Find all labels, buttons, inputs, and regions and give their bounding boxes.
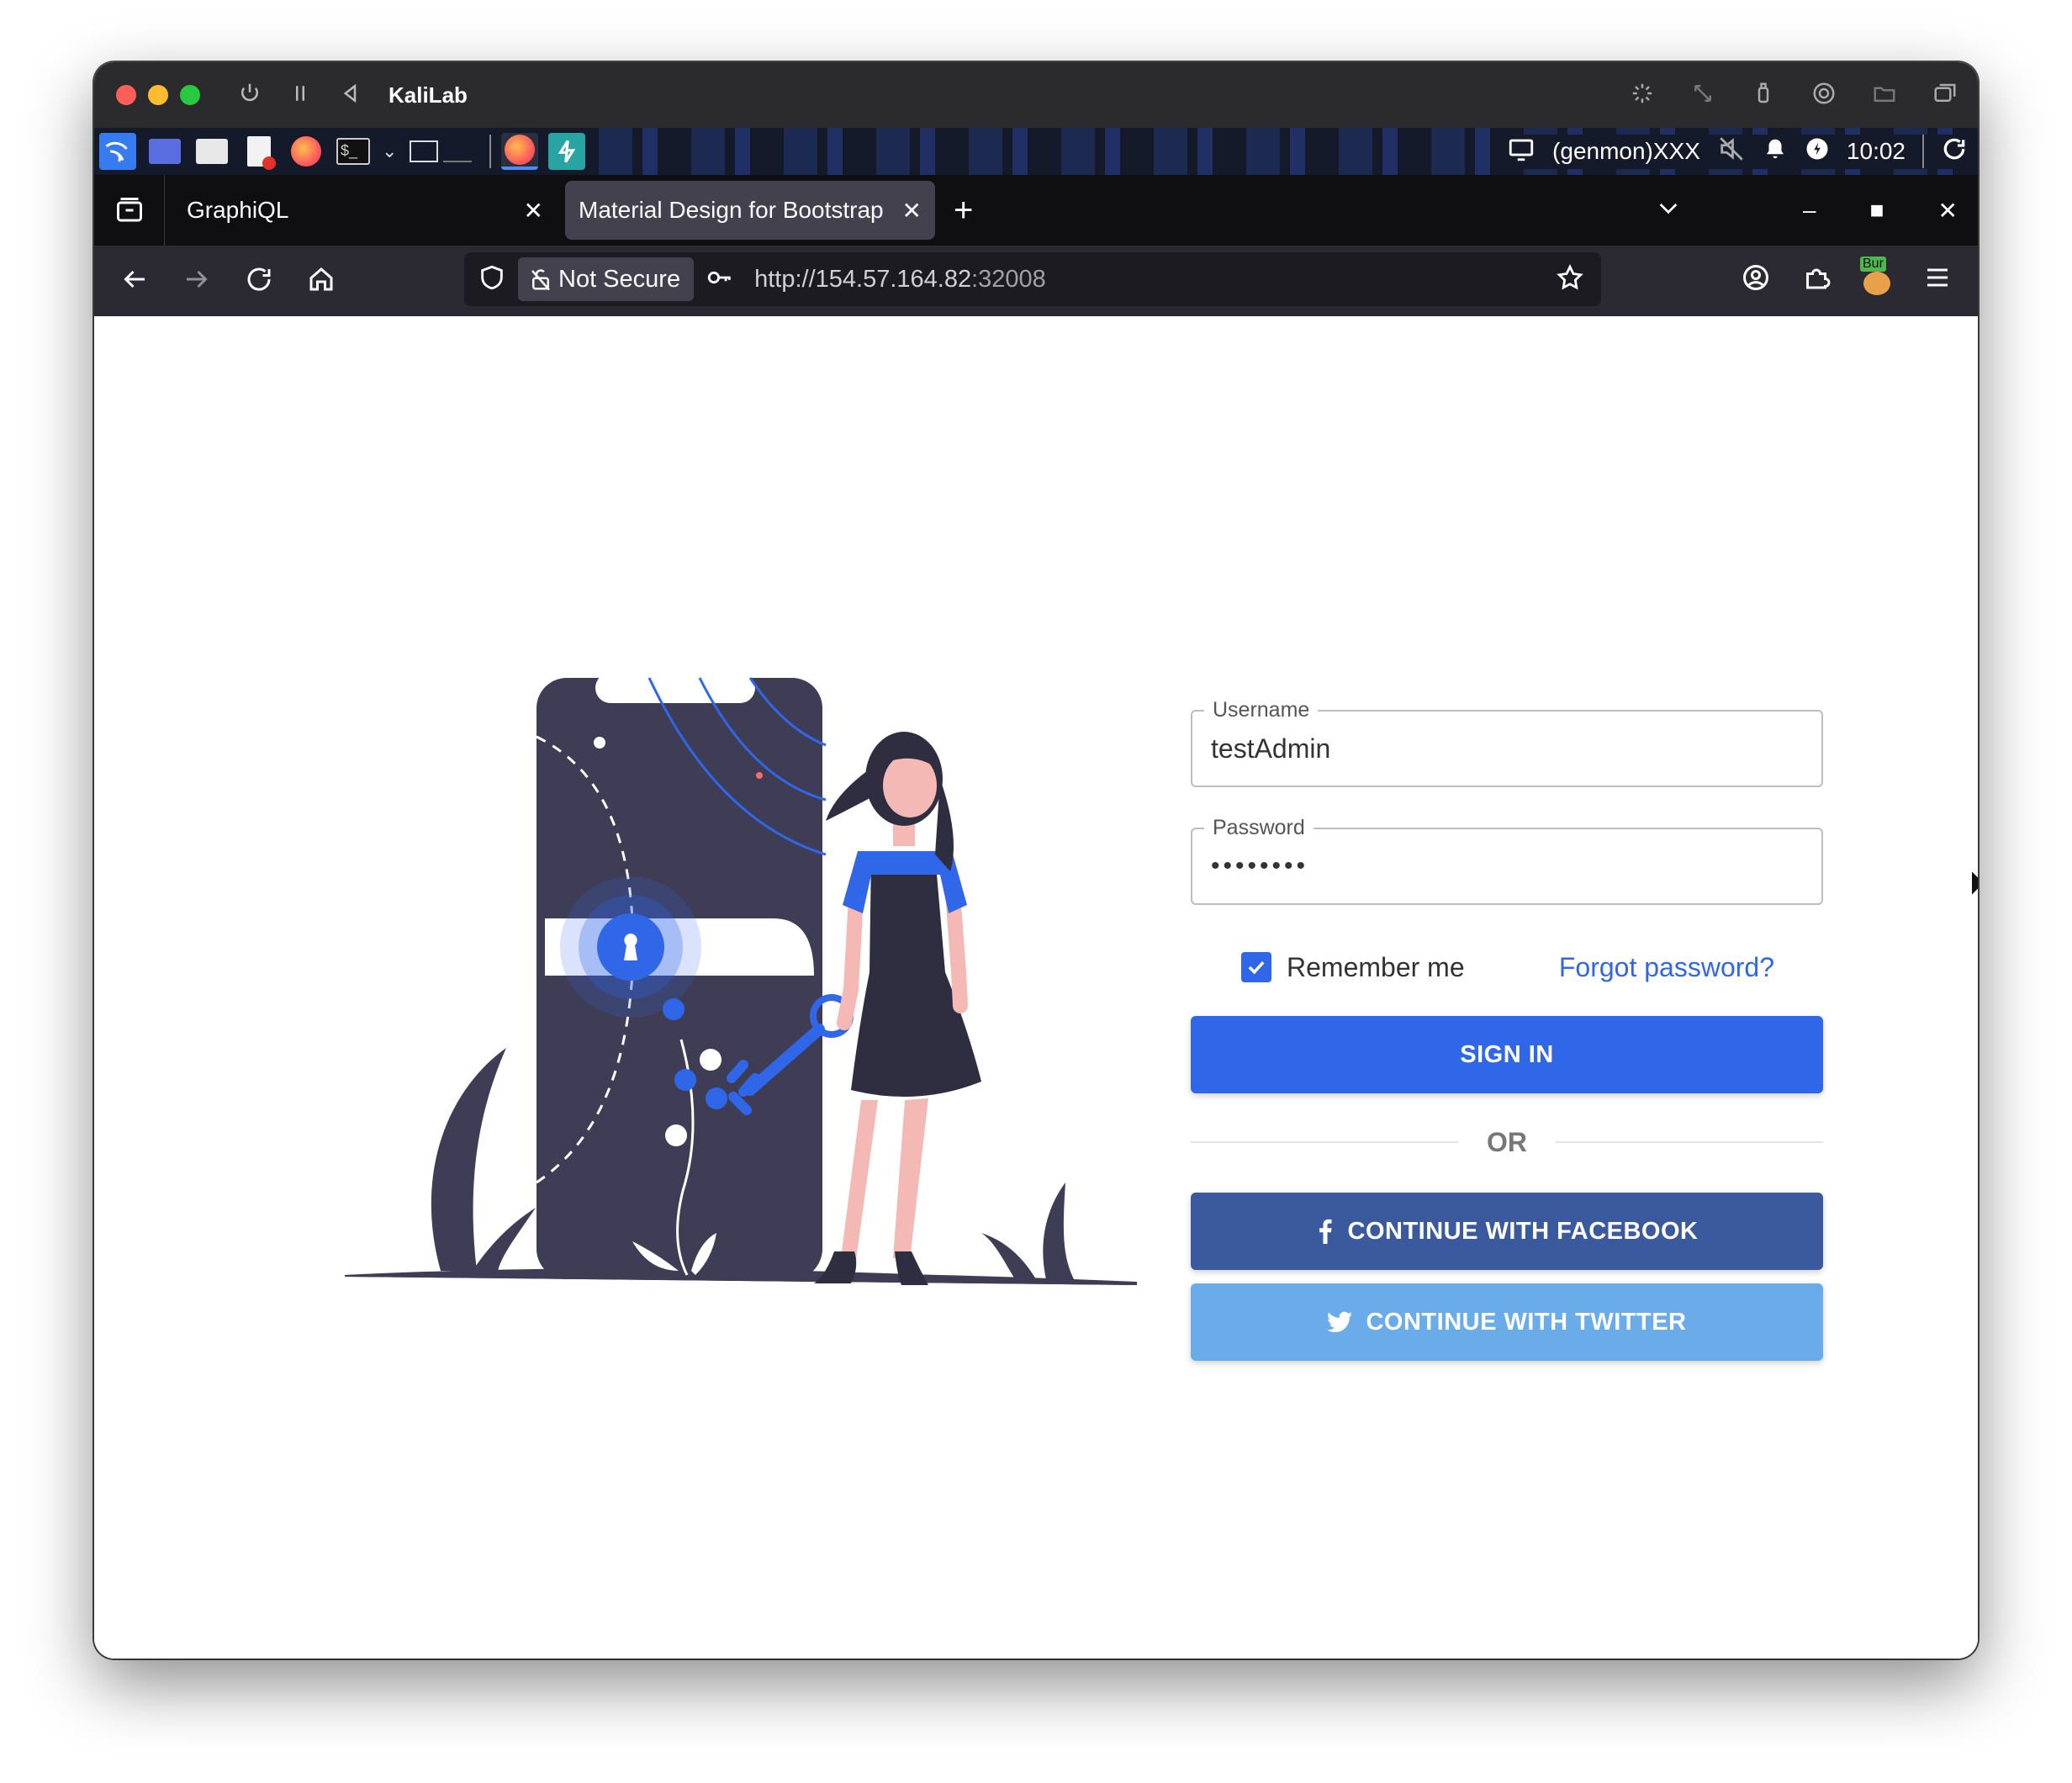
password-field[interactable]: Password •••••••• (1191, 816, 1823, 905)
facebook-label: CONTINUE WITH FACEBOOK (1347, 1217, 1699, 1245)
hamburger-menu-icon[interactable] (1922, 262, 1953, 297)
power-icon[interactable] (237, 81, 262, 110)
usb-icon[interactable] (1751, 81, 1776, 110)
password-value: •••••••• (1211, 852, 1309, 880)
mouse-cursor-icon (1970, 868, 1978, 899)
facebook-login-button[interactable]: CONTINUE WITH FACEBOOK (1191, 1193, 1823, 1270)
tab-title: GraphiQL (187, 197, 289, 223)
forgot-password-link[interactable]: Forgot password? (1559, 952, 1774, 983)
back-button[interactable] (119, 264, 150, 299)
username-label: Username (1204, 698, 1319, 722)
kali-menu-icon[interactable] (99, 133, 136, 170)
plant-right (1043, 1182, 1074, 1279)
network-icon[interactable] (1811, 81, 1837, 110)
browser-tabstrip: GraphiQL ✕ Material Design for Bootstrap… (94, 175, 1978, 246)
password-label: Password (1204, 816, 1314, 840)
tab-title: Material Design for Bootstrap (579, 197, 884, 223)
desktop-panel: $_ ⌄ (genmon)XXX 10:02 (94, 128, 1978, 175)
new-tab-button[interactable]: + (954, 192, 973, 230)
refresh-session-icon[interactable] (1941, 135, 1968, 168)
home-button[interactable] (306, 264, 336, 299)
window-controls (116, 85, 200, 105)
twitter-label: CONTINUE WITH TWITTER (1366, 1308, 1687, 1336)
tab-graphiql[interactable]: GraphiQL ✕ (173, 181, 557, 240)
remember-row: Remember me Forgot password? (1191, 949, 1823, 986)
url-text[interactable]: http://154.57.164.82:32008 (754, 266, 1046, 294)
chevron-down-icon[interactable]: ⌄ (382, 140, 397, 162)
power-manager-icon[interactable] (1805, 136, 1830, 167)
checkmark-icon (1248, 960, 1265, 975)
login-illustration (345, 673, 1137, 1285)
list-all-tabs-icon[interactable] (1655, 194, 1682, 227)
file-manager-icon[interactable] (193, 133, 230, 170)
facebook-icon (1319, 1219, 1331, 1244)
plant-left (431, 1048, 506, 1271)
maximize-icon[interactable]: ■ (1870, 197, 1884, 224)
firefox-task-icon[interactable] (501, 133, 539, 170)
brightness-icon[interactable] (1630, 81, 1655, 110)
bookmark-star-icon[interactable] (1556, 263, 1584, 296)
text-editor-icon[interactable] (240, 133, 278, 170)
tab-material-design[interactable]: Material Design for Bootstrap ✕ (565, 181, 935, 240)
burp-extension-icon[interactable]: Bur (1860, 256, 1892, 295)
vm-titlebar: KaliLab (94, 62, 1978, 128)
pause-icon[interactable] (288, 81, 313, 110)
page-content: Username testAdmin Password •••••••• Rem… (94, 316, 1978, 1659)
close-tab-icon[interactable]: ✕ (902, 197, 922, 225)
shared-folder-icon[interactable] (1872, 81, 1897, 110)
genmon-label: (genmon)XXX (1552, 138, 1700, 164)
close-window-button[interactable] (116, 85, 136, 105)
workspace-switcher[interactable] (407, 133, 474, 170)
forward-button[interactable] (182, 264, 212, 299)
vm-window: KaliLab $_ ⌄ (genmon)XXX 10:02 GraphiQL … (94, 62, 1978, 1659)
tracking-protection-icon[interactable] (478, 263, 506, 296)
minimize-window-button[interactable] (148, 85, 168, 105)
display-icon[interactable] (1507, 135, 1536, 169)
not-secure-label: Not Secure (558, 265, 681, 293)
vm-title: KaliLab (388, 82, 468, 108)
windows-icon[interactable] (1932, 81, 1958, 110)
twitter-icon (1327, 1311, 1353, 1332)
bell-icon[interactable] (1763, 136, 1788, 167)
close-icon[interactable]: ✕ (1938, 197, 1958, 225)
remember-checkbox[interactable] (1241, 952, 1271, 982)
unlocked-padlock-icon (531, 269, 550, 291)
reload-button[interactable] (244, 264, 274, 299)
firefox-view-icon[interactable] (94, 175, 165, 246)
show-desktop-icon[interactable] (146, 133, 183, 170)
mute-icon[interactable] (1717, 135, 1746, 169)
browser-navbar: Not Secure http://154.57.164.82:32008 Bu… (94, 246, 1978, 316)
site-security-button[interactable]: Not Secure (518, 257, 695, 301)
account-icon[interactable] (1741, 262, 1771, 297)
username-field[interactable]: Username testAdmin (1191, 698, 1823, 787)
clock-label: 10:02 (1846, 138, 1906, 164)
key-icon[interactable] (706, 263, 734, 296)
or-divider: OR (1191, 1124, 1823, 1161)
extensions-icon[interactable] (1801, 262, 1832, 297)
remember-label[interactable]: Remember me (1287, 952, 1465, 983)
back-triangle-icon[interactable] (338, 81, 363, 110)
twitter-login-button[interactable]: CONTINUE WITH TWITTER (1191, 1283, 1823, 1361)
login-form: Username testAdmin Password •••••••• Rem… (1191, 698, 1823, 1361)
url-bar[interactable]: Not Secure http://154.57.164.82:32008 (464, 252, 1601, 306)
resize-icon[interactable] (1690, 81, 1715, 110)
minimize-icon[interactable]: ‒ (1803, 197, 1816, 224)
zoom-window-button[interactable] (180, 85, 200, 105)
sign-in-button[interactable]: SIGN IN (1191, 1016, 1823, 1093)
terminal-icon[interactable]: $_ (335, 133, 372, 170)
close-tab-icon[interactable]: ✕ (524, 197, 543, 225)
firefox-launcher-icon[interactable] (288, 133, 325, 170)
sign-in-label: SIGN IN (1460, 1040, 1554, 1068)
burp-task-icon[interactable] (548, 133, 586, 170)
or-label: OR (1487, 1126, 1527, 1157)
username-value: testAdmin (1211, 733, 1331, 764)
